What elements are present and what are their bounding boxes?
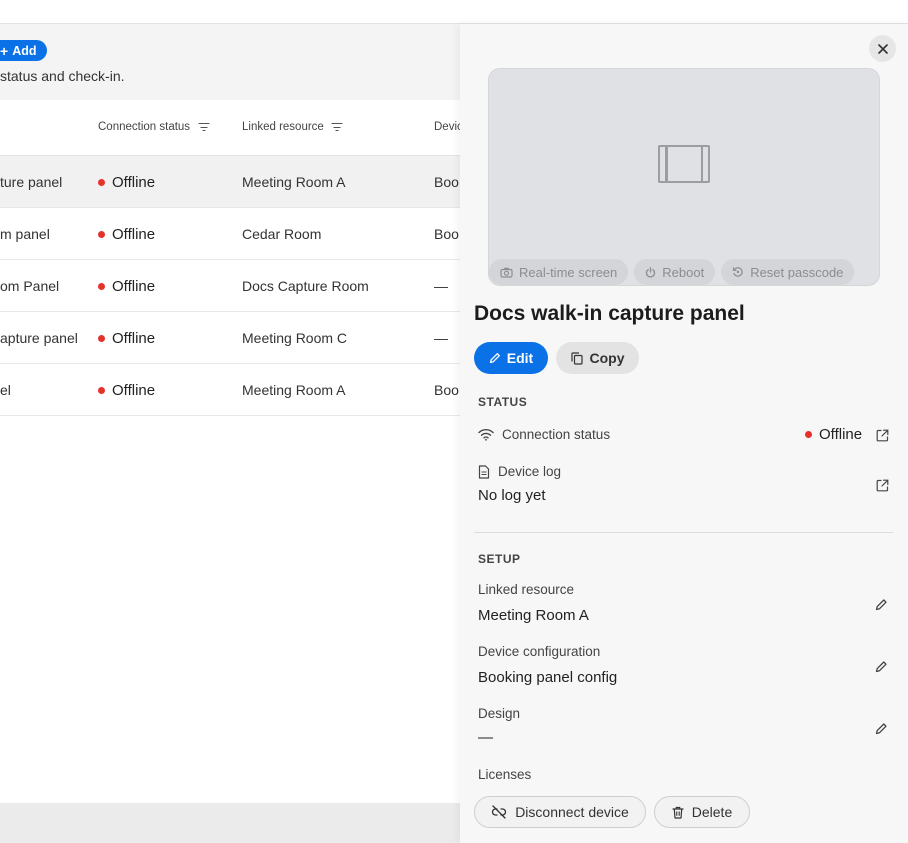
device-log-value: No log yet — [478, 487, 546, 504]
row-status-text: Offline — [112, 173, 156, 191]
linked-resource-value: Meeting Room A — [478, 607, 589, 624]
row-name: apture panel — [0, 330, 78, 346]
row-name: ture panel — [0, 174, 63, 190]
column-header-linked-resource[interactable]: Linked resource — [242, 121, 343, 133]
connection-status-label: Connection status — [478, 427, 610, 442]
connection-status-text: Offline — [819, 426, 863, 443]
device-log-label-text: Device log — [498, 464, 562, 479]
edit-device-configuration-pencil-icon[interactable] — [873, 658, 889, 674]
delete-button[interactable]: Delete — [654, 796, 750, 828]
device-configuration-label: Device configuration — [478, 644, 601, 659]
column-header-label: Devic — [434, 121, 463, 133]
row-name: m panel — [0, 226, 50, 242]
plus-icon: + — [0, 42, 9, 59]
row-device: — — [434, 330, 448, 346]
reset-icon — [733, 267, 743, 277]
connection-status-value: Offline — [805, 426, 862, 443]
page-subtitle: status and check-in. — [0, 68, 125, 84]
setup-section-label: SETUP — [478, 552, 521, 566]
edit-button[interactable]: Edit — [474, 342, 548, 374]
realtime-screen-button[interactable]: Real-time screen — [489, 259, 629, 285]
close-panel-button[interactable] — [869, 35, 896, 62]
row-device: Boo — [434, 226, 459, 242]
row-resource: Meeting Room A — [242, 382, 346, 398]
preview-actions: Real-time screen Reboot Reset passcode — [489, 259, 881, 285]
row-name: om Panel — [0, 278, 60, 294]
row-status: Offline — [98, 156, 155, 208]
filter-icon[interactable] — [331, 123, 343, 132]
edit-linked-resource-pencil-icon[interactable] — [873, 596, 889, 612]
delete-label: Delete — [691, 804, 733, 820]
disconnect-device-label: Disconnect device — [515, 804, 629, 820]
add-button-label: Add — [12, 43, 37, 58]
edit-label: Edit — [506, 350, 534, 366]
design-value: — — [478, 729, 493, 746]
reset-passcode-label: Reset passcode — [750, 264, 844, 280]
tablet-icon — [658, 145, 710, 183]
column-header-connection-status[interactable]: Connection status — [98, 121, 210, 133]
row-device: Boo — [434, 382, 459, 398]
row-device: Boo — [434, 174, 459, 190]
open-external-icon[interactable] — [874, 477, 890, 493]
screen-preview: Real-time screen Reboot Reset passcode — [488, 68, 880, 286]
document-icon — [478, 464, 490, 479]
offline-dot-icon — [98, 386, 105, 394]
open-external-icon[interactable] — [874, 427, 890, 443]
offline-dot-icon — [98, 282, 105, 290]
device-configuration-value: Booking panel config — [478, 669, 618, 686]
column-header-label: Linked resource — [242, 121, 324, 133]
design-label: Design — [478, 706, 521, 721]
row-status: Offline — [98, 208, 155, 260]
wifi-icon — [478, 428, 494, 441]
close-icon — [877, 43, 888, 54]
row-resource: Cedar Room — [242, 226, 322, 242]
camera-icon — [500, 267, 513, 278]
top-bar — [0, 0, 908, 24]
reboot-button[interactable]: Reboot — [634, 259, 716, 285]
edit-design-pencil-icon[interactable] — [873, 720, 889, 736]
row-status-text: Offline — [112, 277, 156, 295]
row-device: — — [434, 278, 448, 294]
row-resource: Meeting Room A — [242, 174, 346, 190]
row-resource: Docs Capture Room — [242, 278, 369, 294]
copy-icon — [570, 351, 583, 365]
trash-icon — [672, 806, 684, 819]
offline-dot-icon — [98, 334, 105, 342]
reset-passcode-button[interactable]: Reset passcode — [721, 259, 855, 285]
row-status: Offline — [98, 260, 155, 312]
offline-dot-icon — [98, 178, 105, 186]
device-detail-panel: Real-time screen Reboot Reset passcode D… — [460, 24, 908, 843]
row-name: el — [0, 382, 11, 398]
copy-label: Copy — [589, 350, 625, 366]
row-status: Offline — [98, 364, 155, 416]
licenses-label: Licenses — [478, 767, 532, 782]
section-divider — [474, 532, 893, 533]
disconnect-device-button[interactable]: Disconnect device — [474, 796, 646, 828]
row-status-text: Offline — [112, 329, 156, 347]
copy-button[interactable]: Copy — [556, 342, 639, 374]
reboot-label: Reboot — [662, 264, 705, 280]
pencil-icon — [489, 353, 500, 364]
linked-resource-label: Linked resource — [478, 582, 575, 597]
column-header-device[interactable]: Devic — [434, 121, 463, 133]
offline-dot-icon — [805, 431, 812, 438]
realtime-screen-label: Real-time screen — [519, 264, 618, 280]
unlink-icon — [492, 805, 507, 819]
filter-icon[interactable] — [198, 123, 210, 132]
row-status-text: Offline — [112, 225, 156, 243]
status-section-label: STATUS — [478, 395, 528, 409]
power-icon — [646, 266, 656, 277]
column-header-label: Connection status — [98, 121, 191, 133]
offline-dot-icon — [98, 230, 105, 238]
row-status: Offline — [98, 312, 155, 364]
add-button[interactable]: + Add — [0, 40, 47, 61]
panel-title: Docs walk-in capture panel — [474, 302, 745, 325]
row-resource: Meeting Room C — [242, 330, 348, 346]
connection-status-label-text: Connection status — [502, 427, 611, 442]
row-status-text: Offline — [112, 381, 156, 399]
device-log-label: Device log — [478, 464, 561, 479]
